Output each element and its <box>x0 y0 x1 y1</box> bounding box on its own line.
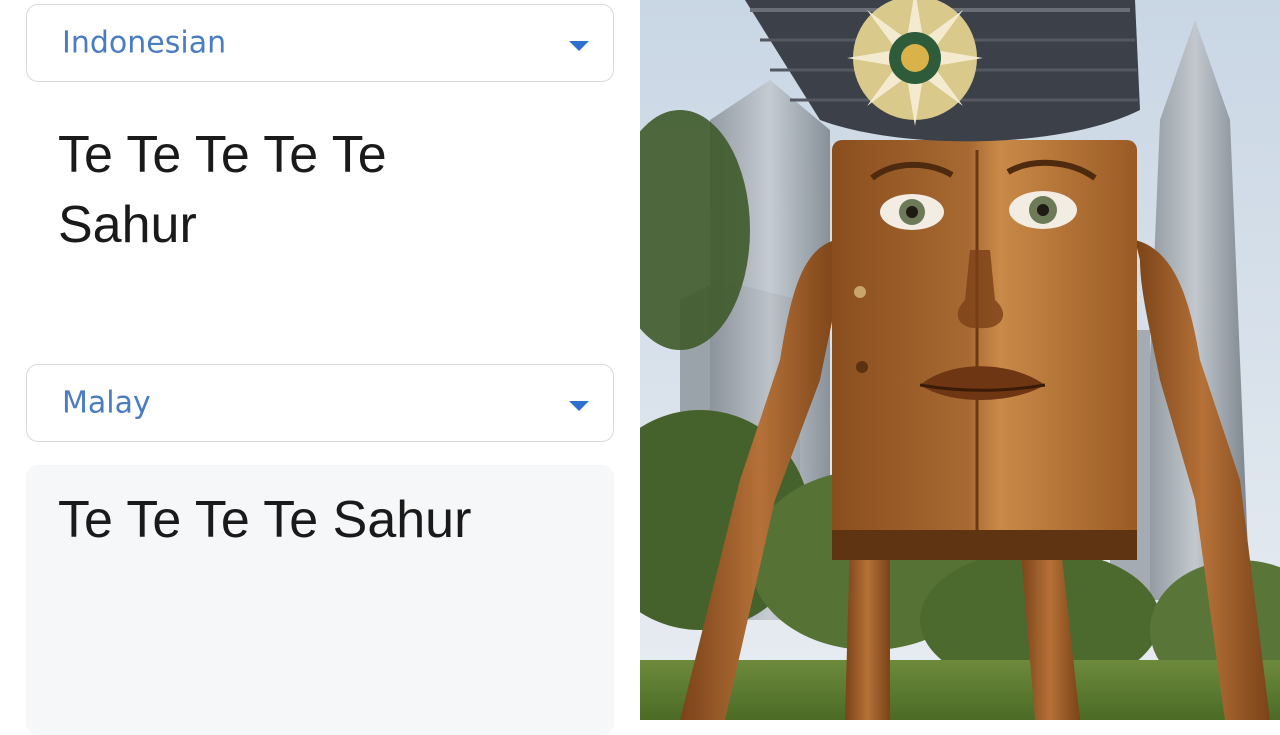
target-language-select[interactable]: Malay <box>26 364 614 442</box>
chevron-down-icon[interactable] <box>569 41 589 51</box>
translation-result-box: Te Te Te Te Sahur <box>26 465 614 735</box>
source-text[interactable]: Te Te Te Te Te Sahur <box>58 120 438 260</box>
character-photo <box>640 0 1280 720</box>
source-language-label: Indonesian <box>62 25 227 61</box>
translator-panel: Indonesian Te Te Te Te Te Sahur Malay Te… <box>0 0 640 735</box>
target-language-label: Malay <box>62 385 151 421</box>
chevron-down-icon[interactable] <box>569 401 589 411</box>
translation-text: Te Te Te Te Sahur <box>58 491 472 549</box>
source-language-select[interactable]: Indonesian <box>26 4 614 82</box>
character-illustration <box>640 0 1280 720</box>
